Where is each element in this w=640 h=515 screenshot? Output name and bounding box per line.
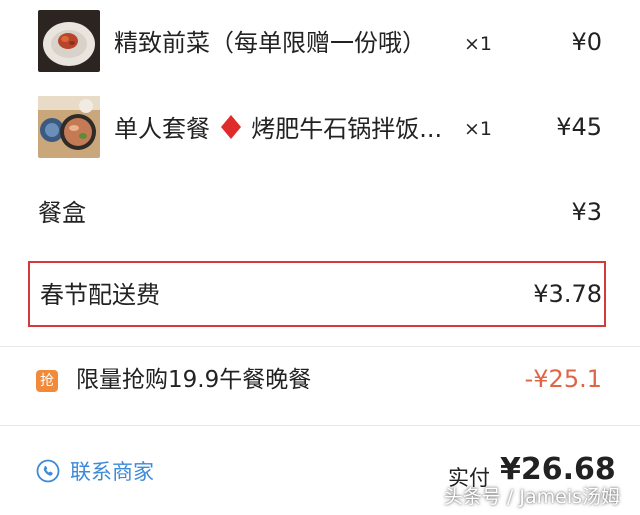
contact-merchant-label: 联系商家 <box>70 460 154 484</box>
set-meal-photo <box>38 96 100 158</box>
discount-value: -¥25.1 <box>524 365 602 393</box>
red-diamond-icon <box>220 114 242 147</box>
contact-merchant-button[interactable]: 联系商家 <box>36 455 154 487</box>
divider <box>0 425 640 426</box>
order-item-row: 精致前菜（每单限赠一份哦） ×1 ¥0 <box>0 0 640 90</box>
appetizer-dish-photo <box>38 10 100 72</box>
box-fee-row: 餐盒 ¥3 <box>0 170 640 255</box>
delivery-fee-price: ¥3.78 <box>533 280 602 308</box>
item-name: 单人套餐 烤肥牛石锅拌饭... <box>114 114 442 147</box>
phone-icon <box>36 459 60 483</box>
item-price: ¥45 <box>556 113 602 141</box>
box-fee-label: 餐盒 <box>38 199 86 227</box>
divider <box>0 346 640 347</box>
watermark: 头条号 / Jameis汤姆 <box>443 486 620 508</box>
discount-label: 限量抢购19.9午餐晚餐 <box>76 367 312 393</box>
box-fee-price: ¥3 <box>571 198 602 226</box>
flash-sale-badge: 抢 <box>36 370 58 392</box>
item-name-prefix: 单人套餐 <box>114 115 210 143</box>
item-quantity: ×1 <box>464 33 493 55</box>
item-quantity: ×1 <box>464 118 493 140</box>
item-price: ¥0 <box>571 28 602 56</box>
delivery-fee-label: 春节配送费 <box>40 281 160 309</box>
item-name: 精致前菜（每单限赠一份哦） <box>114 29 426 57</box>
order-item-row: 单人套餐 烤肥牛石锅拌饭... ×1 ¥45 <box>0 90 640 170</box>
order-detail-page: 精致前菜（每单限赠一份哦） ×1 ¥0 单人套餐 烤肥牛石锅拌饭... ×1 ¥… <box>0 0 640 515</box>
item-name-suffix: 烤肥牛石锅拌饭... <box>251 115 443 143</box>
